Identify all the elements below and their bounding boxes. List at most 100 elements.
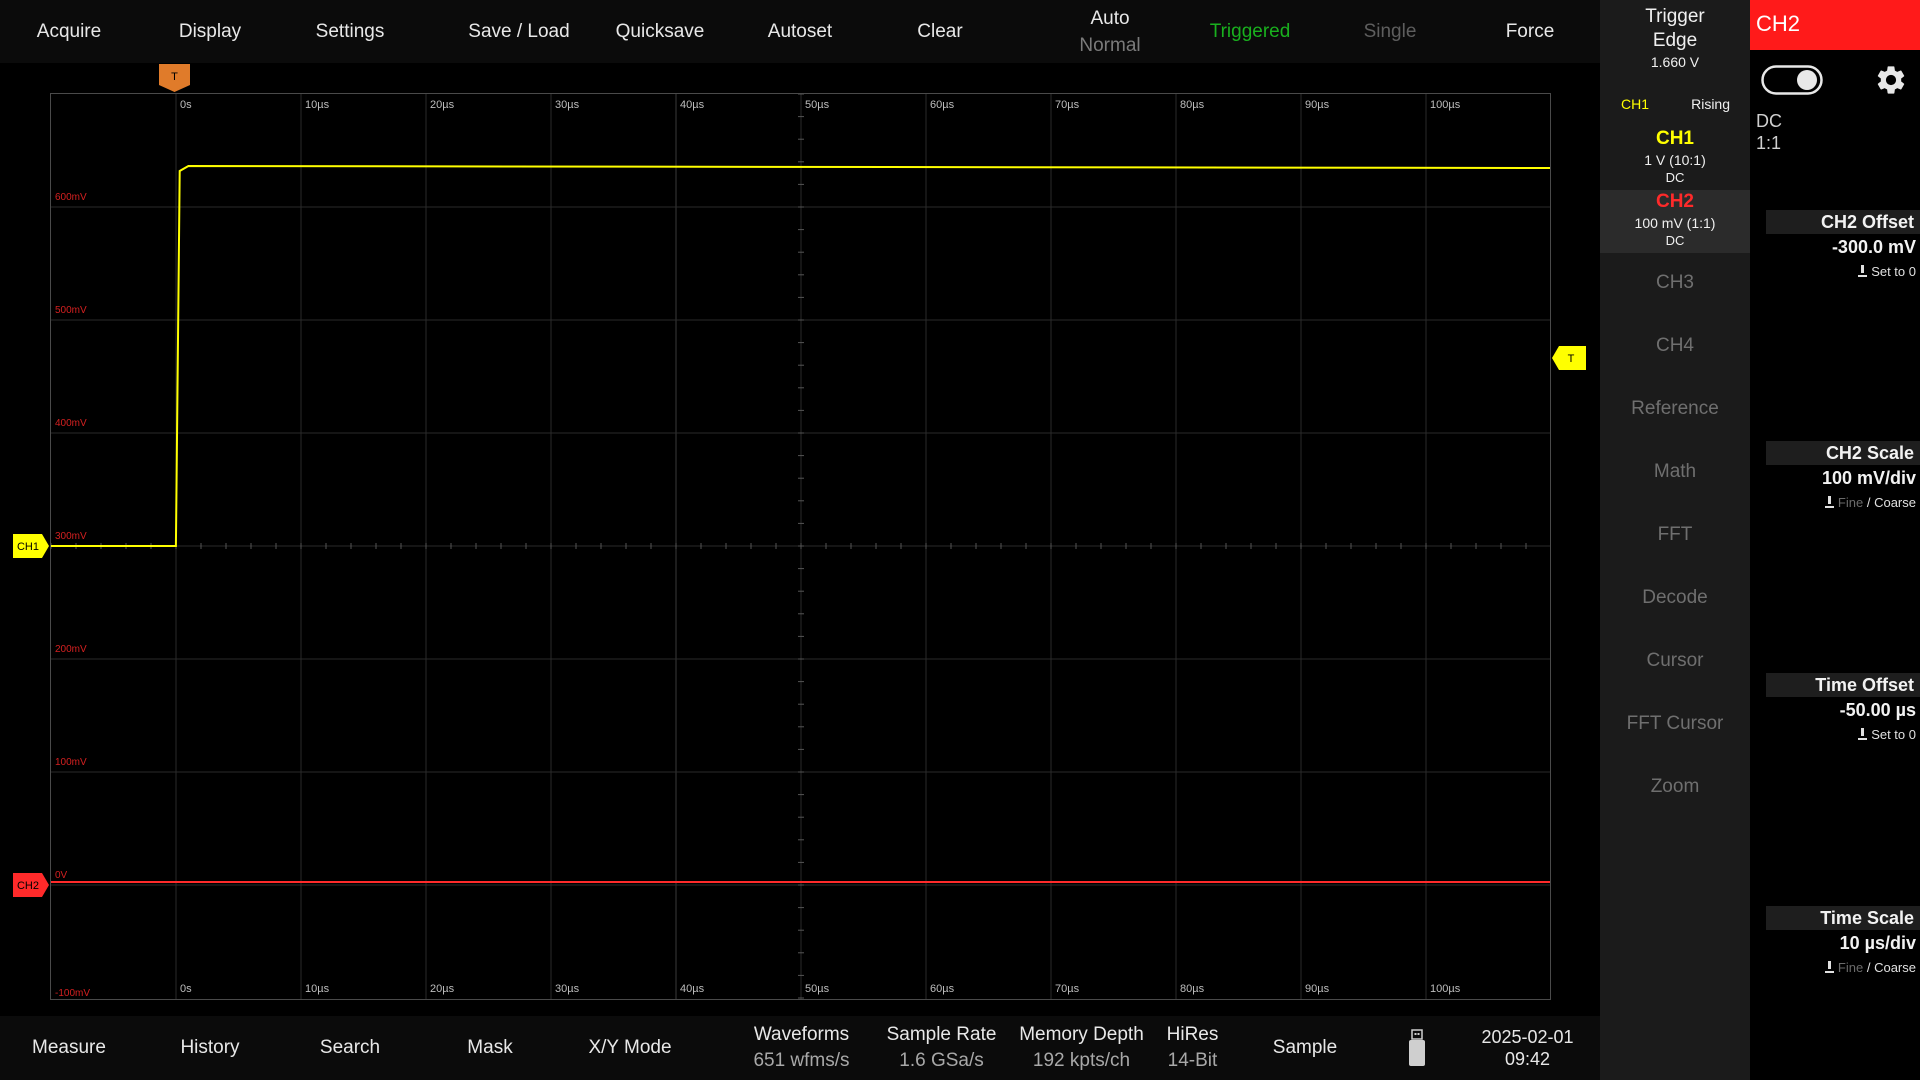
x-tick-label: 80µs	[1180, 983, 1205, 995]
trigger-level-label: T	[1568, 353, 1575, 365]
math-button[interactable]: Math	[1600, 461, 1750, 483]
fine-coarse-separator: /	[1866, 495, 1871, 510]
trigger-mode-button[interactable]: Auto Normal	[1045, 0, 1175, 63]
time-offset-value[interactable]: -50.00 µs	[1750, 700, 1916, 721]
toggle-icon[interactable]	[1761, 65, 1823, 95]
trigger-settings-panel[interactable]: Trigger Edge 1.660 V	[1600, 5, 1750, 71]
ch2-panel-coupling: DC	[1756, 111, 1782, 131]
search-button[interactable]: Search	[280, 1016, 420, 1080]
time-axis-labels-top: 0s 10µs 20µs 30µs 40µs 50µs 60µs 70µs 80µs 90µs 10…	[180, 99, 1461, 111]
sample-rate-info[interactable]: Sample Rate 1.6 GSa/s	[875, 1016, 1008, 1080]
ch1-channel-button[interactable]: CH1 1 V (10:1) DC	[1600, 127, 1750, 189]
memory-depth-info[interactable]: Memory Depth 192 kpts/ch	[1010, 1016, 1153, 1080]
x-tick-label: 90µs	[1305, 99, 1330, 111]
save-load-button[interactable]: Save / Load	[444, 0, 594, 63]
trigger-type: Edge	[1652, 30, 1698, 51]
time-scale-label[interactable]: Time Scale	[1766, 906, 1920, 930]
ch2-marker-label: CH2	[17, 880, 39, 892]
trigger-position-marker[interactable]: T	[158, 63, 192, 93]
x-tick-label: 40µs	[680, 99, 705, 111]
x-tick-label: 0s	[180, 99, 192, 111]
sample-rate-value: 1.6 GSa/s	[899, 1050, 984, 1071]
x-tick-label: 100µs	[1430, 99, 1461, 111]
trigger-title: Trigger	[1645, 6, 1705, 27]
triggered-status[interactable]: Triggered	[1185, 0, 1315, 63]
date-label: 2025-02-01	[1481, 1027, 1574, 1047]
gear-icon[interactable]	[1874, 63, 1908, 97]
cursor-button[interactable]: Cursor	[1600, 650, 1750, 672]
time-scale-hint[interactable]: Fine / Coarse	[1750, 960, 1916, 975]
hires-value: 14-Bit	[1167, 1050, 1218, 1071]
ch2-scale-hint[interactable]: Fine / Coarse	[1750, 495, 1916, 510]
ch2-scale-value[interactable]: 100 mV/div	[1750, 468, 1916, 489]
x-tick-label: 30µs	[555, 99, 580, 111]
knob-icon	[1858, 265, 1868, 277]
fft-cursor-button[interactable]: FFT Cursor	[1600, 713, 1750, 735]
ch2-coupling-info[interactable]: DC 1:1	[1756, 110, 1782, 154]
history-button[interactable]: History	[140, 1016, 280, 1080]
sample-rate-label: Sample Rate	[886, 1024, 997, 1045]
fine-label: Fine	[1837, 495, 1864, 510]
waveform-display[interactable]: 0s 10µs 20µs 30µs 40µs 50µs 60µs 70µs 80µs 90µs 10…	[50, 93, 1551, 1000]
coarse-label: Coarse	[1874, 960, 1916, 975]
usb-drive-icon[interactable]	[1408, 1029, 1426, 1067]
hires-label: HiRes	[1166, 1024, 1219, 1045]
x-tick-label: 20µs	[430, 99, 455, 111]
zoom-button[interactable]: Zoom	[1600, 776, 1750, 798]
memory-depth-value: 192 kpts/ch	[1032, 1050, 1131, 1071]
trigger-level-marker[interactable]: T	[1551, 345, 1587, 371]
y-tick-label: 0V	[55, 870, 68, 881]
display-button[interactable]: Display	[140, 0, 280, 63]
memory-depth-label: Memory Depth	[1019, 1024, 1144, 1045]
quicksave-button[interactable]: Quicksave	[595, 0, 725, 63]
ch2-channel-button[interactable]: CH2 100 mV (1:1) DC	[1600, 190, 1750, 253]
clear-button[interactable]: Clear	[875, 0, 1005, 63]
ch2-offset-hint[interactable]: Set to 0	[1750, 264, 1916, 279]
fft-button[interactable]: FFT	[1600, 524, 1750, 546]
x-tick-label: 20µs	[430, 983, 455, 995]
x-tick-label: 70µs	[1055, 99, 1080, 111]
trigger-slope: Rising	[1691, 96, 1730, 112]
x-tick-label: 10µs	[305, 99, 330, 111]
waveforms-value: 651 wfms/s	[753, 1050, 850, 1071]
acquire-button[interactable]: Acquire	[0, 0, 138, 63]
ch2-scale-label[interactable]: CH2 Scale	[1766, 441, 1920, 465]
ch3-button[interactable]: CH3	[1600, 272, 1750, 294]
ch2-panel-title: CH2	[1750, 0, 1920, 50]
waveforms-info[interactable]: Waveforms 651 wfms/s	[735, 1016, 868, 1080]
acquisition-mode-button[interactable]: Sample	[1240, 1016, 1370, 1080]
ch2-offset-label[interactable]: CH2 Offset	[1766, 210, 1920, 234]
decode-button[interactable]: Decode	[1600, 587, 1750, 609]
y-tick-label: 600mV	[55, 192, 87, 203]
mask-button[interactable]: Mask	[420, 1016, 560, 1080]
time-offset-hint[interactable]: Set to 0	[1750, 727, 1916, 742]
ch2-offset-marker[interactable]: CH2	[12, 872, 50, 898]
y-tick-label: 200mV	[55, 644, 87, 655]
date-time: 2025-02-01 09:42	[1455, 1016, 1600, 1080]
y-tick-label: -100mV	[55, 988, 90, 999]
x-tick-label: 50µs	[805, 983, 830, 995]
hires-info[interactable]: HiRes 14-Bit	[1155, 1016, 1230, 1080]
settings-button[interactable]: Settings	[280, 0, 420, 63]
ch2-scale: 100 mV (1:1)	[1634, 215, 1716, 231]
trigger-mode-auto: Auto	[1090, 7, 1130, 29]
trigger-source: CH1	[1621, 96, 1650, 112]
autoset-button[interactable]: Autoset	[735, 0, 865, 63]
xy-mode-button[interactable]: X/Y Mode	[560, 1016, 700, 1080]
knob-icon	[1824, 961, 1834, 973]
trigger-mode-normal: Normal	[1079, 34, 1141, 56]
ch1-offset-marker[interactable]: CH1	[12, 533, 50, 559]
measure-button[interactable]: Measure	[0, 1016, 138, 1080]
ch1-coupling: DC	[1665, 170, 1685, 185]
ch2-offset-value[interactable]: -300.0 mV	[1750, 237, 1916, 258]
knob-icon	[1824, 496, 1834, 508]
ch2-name: CH2	[1655, 191, 1694, 212]
top-menu-bar: Acquire Display Settings Save / Load Qui…	[0, 0, 1600, 63]
time-offset-label[interactable]: Time Offset	[1766, 673, 1920, 697]
ch4-button[interactable]: CH4	[1600, 335, 1750, 357]
single-button[interactable]: Single	[1325, 0, 1455, 63]
time-scale-value[interactable]: 10 µs/div	[1750, 933, 1916, 954]
graticule	[51, 94, 1550, 999]
force-button[interactable]: Force	[1465, 0, 1595, 63]
reference-button[interactable]: Reference	[1600, 398, 1750, 420]
